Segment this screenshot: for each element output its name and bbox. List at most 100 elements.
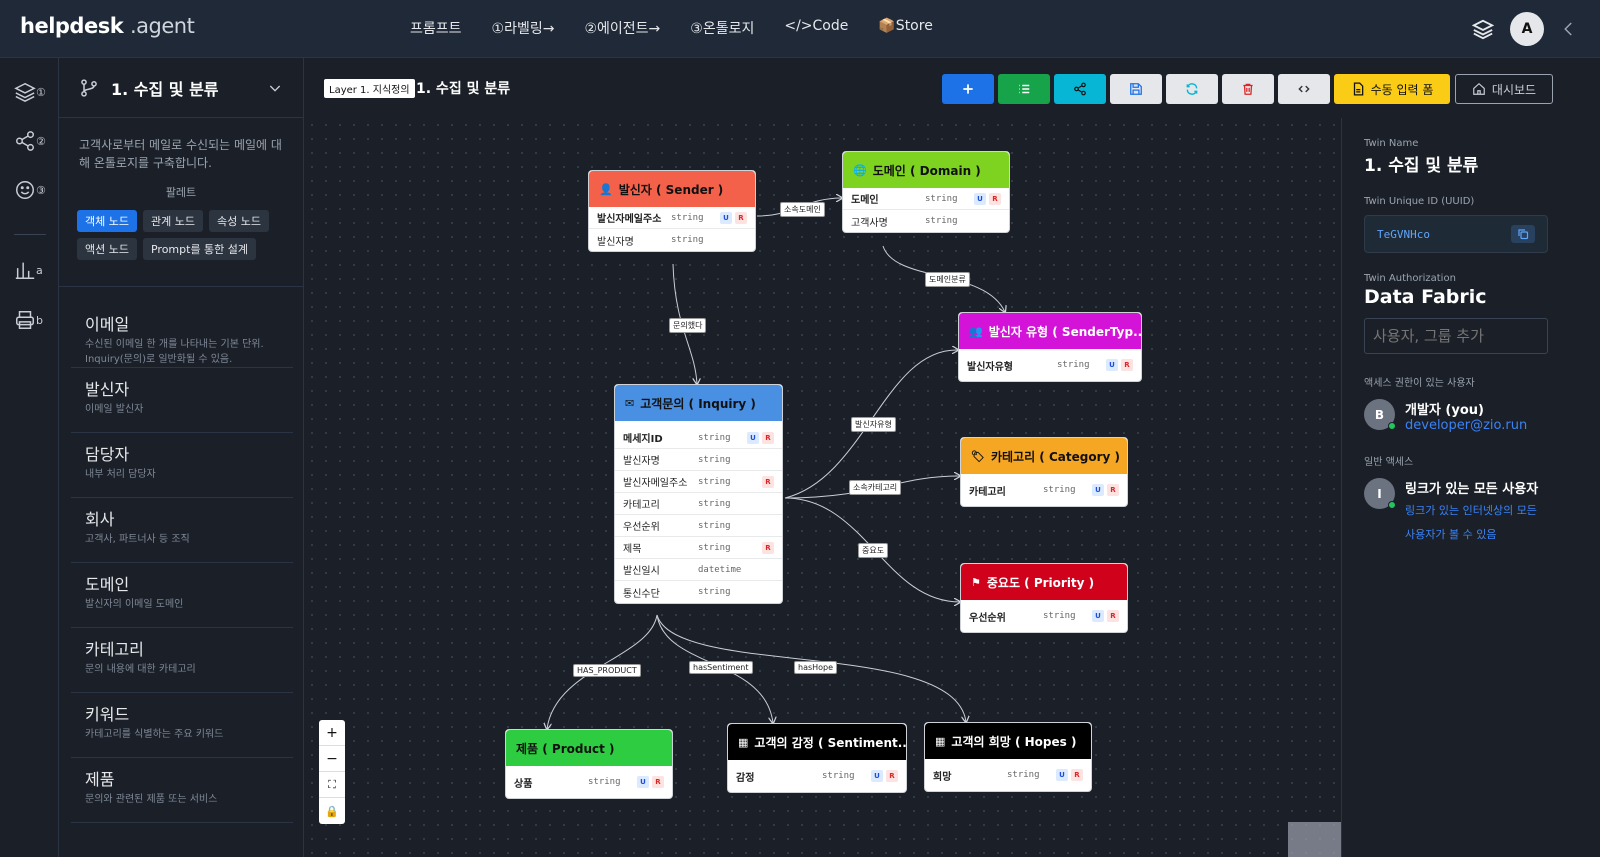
node-header[interactable]: ✉ 고객문의 ( Inquiry ) bbox=[615, 385, 782, 421]
node-attribute[interactable]: 발신자메일주소 string U R bbox=[589, 207, 755, 229]
user-avatar[interactable]: A bbox=[1510, 12, 1544, 46]
node-attribute[interactable]: 우선순위 string bbox=[615, 515, 782, 537]
palette-item-title: 회사 bbox=[85, 510, 115, 529]
nav-labeling[interactable]: ①라벨링→ bbox=[492, 18, 555, 38]
avatar-letter: B bbox=[1374, 407, 1385, 422]
node-header[interactable]: ▦ 고객의 희망 ( Hopes ) bbox=[925, 723, 1091, 759]
node-attribute[interactable]: 메세지ID string U R bbox=[615, 427, 782, 449]
list-button[interactable] bbox=[998, 74, 1050, 104]
node-header[interactable]: 👥 발신자 유형 ( SenderTyp... bbox=[959, 313, 1141, 349]
rail-item-share[interactable]: ② bbox=[14, 127, 50, 155]
nav-ontology[interactable]: ③온톨로지 bbox=[690, 18, 754, 38]
add-user-input[interactable] bbox=[1364, 318, 1548, 354]
node-attribute[interactable]: 카테고리 string U R bbox=[961, 474, 1127, 506]
node-header[interactable]: ⚑ 중요도 ( Priority ) bbox=[961, 564, 1127, 600]
chip-object-node[interactable]: 객체 노드 bbox=[77, 210, 137, 232]
chevron-left-icon[interactable] bbox=[1560, 20, 1578, 38]
node-header[interactable]: 👤 발신자 ( Sender ) bbox=[589, 171, 755, 207]
nav-code[interactable]: </>Code bbox=[784, 18, 848, 38]
node-sentiment[interactable]: ▦ 고객의 감정 ( Sentiment... 감정 string U R bbox=[727, 723, 907, 793]
share-button[interactable] bbox=[1054, 74, 1106, 104]
node-attribute[interactable]: 발신자유형 string U R bbox=[959, 349, 1141, 381]
zoom-in-button[interactable]: + bbox=[319, 720, 345, 746]
fit-view-button[interactable]: ⛶ bbox=[319, 772, 345, 798]
nav-store[interactable]: 📦Store bbox=[878, 18, 932, 38]
node-header[interactable]: 제품 ( Product ) bbox=[506, 730, 672, 766]
node-header[interactable]: ▦ 고객의 감정 ( Sentiment... bbox=[728, 724, 906, 760]
lock-button[interactable]: 🔒 bbox=[319, 798, 345, 824]
manual-input-button[interactable]: 수동 입력 폼 bbox=[1334, 74, 1450, 104]
code-button[interactable] bbox=[1278, 74, 1330, 104]
delete-button[interactable] bbox=[1222, 74, 1274, 104]
sidebar-header[interactable]: 1. 수집 및 분류 bbox=[59, 58, 303, 118]
save-button[interactable] bbox=[1110, 74, 1162, 104]
node-attribute[interactable]: 도메인 string U R bbox=[843, 188, 1009, 210]
node-attribute[interactable]: 희망 string U R bbox=[925, 759, 1091, 791]
node-attribute[interactable]: 카테고리 string bbox=[615, 493, 782, 515]
node-title: 고객문의 ( Inquiry ) bbox=[640, 396, 756, 411]
palette-item-email[interactable]: 이메일 수신된 이메일 한 개를 나타내는 기본 단위. Inquiry(문의)로… bbox=[71, 303, 293, 368]
chip-prompt-design[interactable]: Prompt를 통한 설계 bbox=[142, 238, 257, 260]
uuid-field[interactable]: TeGVNHco bbox=[1364, 215, 1548, 253]
general-access-row[interactable]: I 링크가 있는 모든 사용자 링크가 있는 인터넷상의 모든 사용자가 볼 수… bbox=[1364, 478, 1548, 547]
flag-icon: ⚑ bbox=[971, 575, 981, 589]
node-attribute[interactable]: 통신수단 string bbox=[615, 581, 782, 603]
chip-relation-node[interactable]: 관계 노드 bbox=[142, 210, 203, 232]
node-sendertype[interactable]: 👥 발신자 유형 ( SenderTyp... 발신자유형 string U R bbox=[958, 312, 1142, 382]
node-domain[interactable]: 🌐 도메인 ( Domain ) 도메인 string U R 고객사명 string bbox=[842, 151, 1010, 233]
node-product[interactable]: 제품 ( Product ) 상품 string U R bbox=[505, 729, 673, 799]
palette-item-keyword[interactable]: 키워드 카테고리를 식별하는 주요 키워드 bbox=[71, 693, 293, 758]
nav-agent[interactable]: ②에이전트→ bbox=[584, 18, 660, 38]
chip-action-node[interactable]: 액션 노드 bbox=[77, 238, 137, 260]
rail-item-smile[interactable]: ③ bbox=[14, 176, 50, 204]
node-inquiry[interactable]: ✉ 고객문의 ( Inquiry ) 메세지ID string U R 발신자명 stri… bbox=[614, 384, 783, 604]
add-button[interactable] bbox=[942, 74, 994, 104]
node-attribute[interactable]: 발신자명 string bbox=[589, 229, 755, 251]
node-attribute[interactable]: 상품 string U R bbox=[506, 766, 672, 798]
rail-item-layers[interactable]: ① bbox=[14, 78, 50, 106]
node-hopes[interactable]: ▦ 고객의 희망 ( Hopes ) 희망 string U R bbox=[924, 722, 1092, 792]
user-row-developer[interactable]: B 개발자 (you) developer@zio.run bbox=[1364, 399, 1548, 433]
palette-item-company[interactable]: 회사 고객사, 파트너사 등 조직 bbox=[71, 498, 293, 563]
refresh-button[interactable] bbox=[1166, 74, 1218, 104]
node-priority[interactable]: ⚑ 중요도 ( Priority ) 우선순위 string U R bbox=[960, 563, 1128, 633]
palette-item-product[interactable]: 제품 문의와 관련된 제품 또는 서비스 bbox=[71, 758, 293, 823]
attr-name: 상품 bbox=[514, 778, 533, 790]
node-attribute[interactable]: 발신일시 datetime bbox=[615, 559, 782, 581]
node-attribute[interactable]: 감정 string U R bbox=[728, 760, 906, 792]
ontology-canvas[interactable]: 소속도메인 도메인분류 문의했다 발신자유형 소속카테고리 중요도 HAS_PR… bbox=[305, 118, 1341, 857]
chip-attribute-node[interactable]: 속성 노드 bbox=[208, 210, 269, 232]
node-sender[interactable]: 👤 발신자 ( Sender ) 발신자메일주소 string U R 발신자명 stri… bbox=[588, 170, 756, 252]
node-header[interactable]: 🏷 카테고리 ( Category ) bbox=[961, 438, 1127, 474]
node-attribute[interactable]: 고객사명 string bbox=[843, 210, 1009, 232]
rail-item-chart[interactable]: a bbox=[14, 256, 50, 284]
required-badge: R bbox=[762, 431, 774, 444]
node-category[interactable]: 🏷 카테고리 ( Category ) 카테고리 string U R bbox=[960, 437, 1128, 507]
node-title: 카테고리 ( Category ) bbox=[990, 449, 1120, 464]
node-attribute[interactable]: 발신자메일주소 string R bbox=[615, 471, 782, 493]
node-attribute[interactable]: 우선순위 string U R bbox=[961, 600, 1127, 632]
dashboard-label: 대시보드 bbox=[1491, 82, 1537, 97]
edge-label-inquiry-category: 소속카테고리 bbox=[849, 480, 902, 495]
node-title: 고객의 희망 ( Hopes ) bbox=[951, 734, 1077, 749]
node-attribute[interactable]: 발신자명 string bbox=[615, 449, 782, 471]
palette-item-sender[interactable]: 발신자 이메일 발신자 bbox=[71, 368, 293, 433]
dashboard-button[interactable]: 대시보드 bbox=[1455, 74, 1553, 104]
node-title: 도메인 ( Domain ) bbox=[872, 163, 981, 178]
brand-logo[interactable]: helpdesk .agent bbox=[20, 14, 195, 38]
chevron-down-icon[interactable] bbox=[267, 80, 283, 96]
scrollbar-thumb[interactable] bbox=[1288, 822, 1341, 857]
rail-item-print[interactable]: b bbox=[14, 306, 50, 334]
avatar-letter: I bbox=[1377, 486, 1382, 501]
layers-icon[interactable] bbox=[1472, 18, 1494, 40]
plus-icon: + bbox=[326, 724, 338, 741]
palette-item-category[interactable]: 카테고리 문의 내용에 대한 카테고리 bbox=[71, 628, 293, 693]
palette-item-assignee[interactable]: 담당자 내부 처리 담당자 bbox=[71, 433, 293, 498]
zoom-out-button[interactable]: − bbox=[319, 746, 345, 772]
nav-prompt[interactable]: 프롬프트 bbox=[410, 18, 462, 38]
copy-button[interactable] bbox=[1511, 225, 1535, 243]
node-header[interactable]: 🌐 도메인 ( Domain ) bbox=[843, 152, 1009, 188]
twin-name: 1. 수집 및 분류 bbox=[1364, 156, 1479, 176]
palette-item-domain[interactable]: 도메인 발신자의 이메일 도메인 bbox=[71, 563, 293, 628]
node-attribute[interactable]: 제목 string R bbox=[615, 537, 782, 559]
